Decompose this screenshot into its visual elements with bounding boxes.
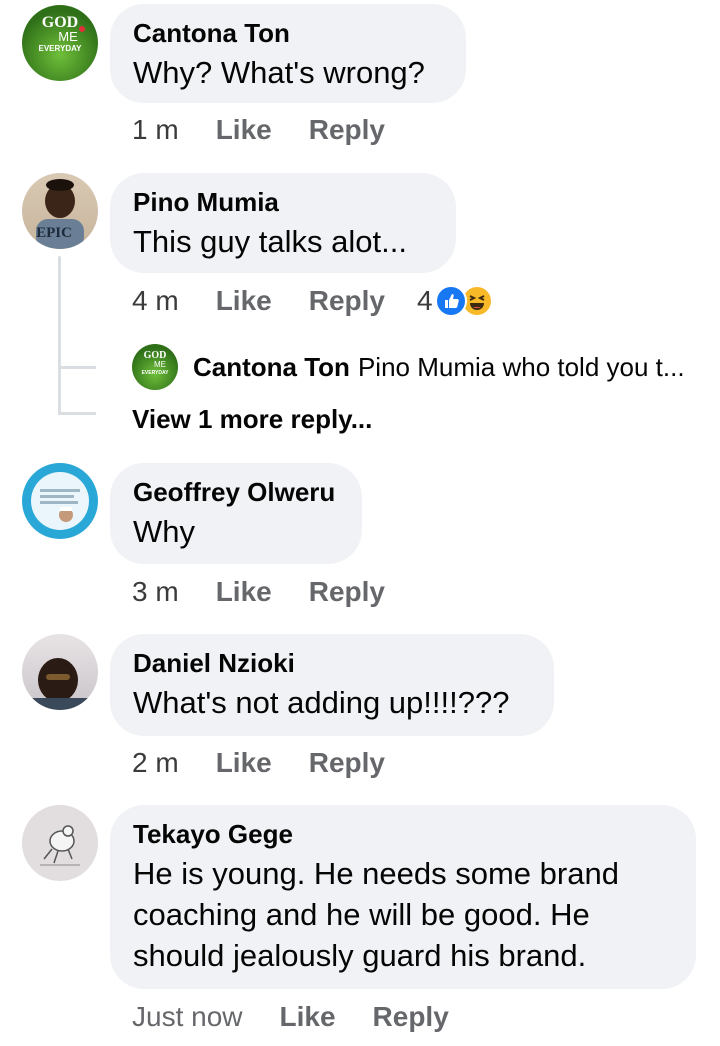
comment-text: Why? What's wrong? — [133, 55, 425, 90]
comment-actions: 4 m Like Reply 4 — [132, 285, 493, 317]
comment-actions: 2 m Like Reply — [132, 747, 417, 779]
like-button[interactable]: Like — [216, 747, 272, 779]
like-button[interactable]: Like — [216, 576, 272, 608]
reply-button[interactable]: Reply — [309, 576, 385, 608]
view-more-replies-link[interactable]: View 1 more reply... — [132, 404, 372, 435]
person-photo-icon — [32, 658, 88, 710]
comment-bubble: Cantona Ton Why? What's wrong? — [110, 4, 466, 103]
svg-text:ME: ME — [58, 29, 78, 44]
like-icon — [434, 285, 467, 317]
avatar[interactable] — [22, 805, 98, 881]
vaccine-frame-icon — [31, 472, 89, 530]
comment-actions: Just now Like Reply — [132, 1001, 481, 1033]
avatar[interactable]: GOD ME EVERYDAY — [132, 344, 178, 390]
comment-author[interactable]: Pino Mumia — [133, 187, 432, 217]
comment-time[interactable]: 2 m — [132, 747, 179, 779]
avatar[interactable] — [22, 634, 98, 710]
comment-actions: 3 m Like Reply — [132, 576, 417, 608]
thread-line — [58, 256, 61, 414]
reply-button[interactable]: Reply — [309, 747, 385, 779]
like-button[interactable]: Like — [280, 1001, 336, 1033]
comment-time[interactable]: 4 m — [132, 285, 179, 317]
comment-time[interactable]: Just now — [132, 1001, 243, 1033]
like-button[interactable]: Like — [216, 285, 272, 317]
comment-bubble: Pino Mumia This guy talks alot... — [110, 173, 456, 273]
comment-author[interactable]: Daniel Nzioki — [133, 648, 530, 678]
thread-line — [58, 366, 96, 369]
comment-actions: 1 m Like Reply — [132, 114, 417, 146]
comment-time[interactable]: 3 m — [132, 576, 179, 608]
comment-time[interactable]: 1 m — [132, 114, 179, 146]
comment-author[interactable]: Cantona Ton — [133, 18, 442, 48]
child-photo-icon: EPIC — [36, 179, 84, 249]
svg-text:ME: ME — [154, 360, 166, 369]
comment-bubble: Daniel Nzioki What's not adding up!!!!??… — [110, 634, 554, 736]
reply-button[interactable]: Reply — [309, 285, 385, 317]
god-loves-me-badge-icon: GOD ME EVERYDAY — [39, 14, 85, 53]
svg-text:EPIC: EPIC — [36, 225, 72, 241]
svg-text:EVERYDAY: EVERYDAY — [39, 44, 83, 53]
comment-text: This guy talks alot... — [133, 224, 407, 259]
comment-bubble: Geoffrey Olweru Why — [110, 463, 362, 564]
reaction-count: 4 — [416, 285, 433, 316]
thread-line — [58, 412, 96, 415]
comment-author[interactable]: Geoffrey Olweru — [133, 477, 338, 507]
drawing-icon — [40, 825, 80, 866]
avatar[interactable]: EPIC — [22, 173, 98, 249]
reply-author[interactable]: Cantona Ton — [193, 352, 350, 383]
reply-button[interactable]: Reply — [309, 114, 385, 146]
svg-text:EVERYDAY: EVERYDAY — [142, 370, 170, 376]
reply-preview[interactable]: GOD ME EVERYDAY Cantona Ton Pino Mumia w… — [132, 344, 685, 390]
reaction-summary[interactable]: 4 — [417, 285, 493, 317]
comment-author[interactable]: Tekayo Gege — [133, 819, 672, 849]
avatar[interactable] — [22, 463, 98, 539]
comment-text: What's not adding up!!!!??? — [133, 685, 510, 720]
reply-button[interactable]: Reply — [373, 1001, 449, 1033]
comment-text: He is young. He needs some brand coachin… — [133, 856, 619, 973]
comment-bubble: Tekayo Gege He is young. He needs some b… — [110, 805, 696, 989]
god-loves-me-badge-icon: GOD ME EVERYDAY — [142, 350, 170, 376]
avatar[interactable]: GOD ME EVERYDAY — [22, 5, 98, 81]
comment-text: Why — [133, 514, 195, 549]
reply-text: Pino Mumia who told you t... — [357, 351, 685, 382]
like-button[interactable]: Like — [216, 114, 272, 146]
